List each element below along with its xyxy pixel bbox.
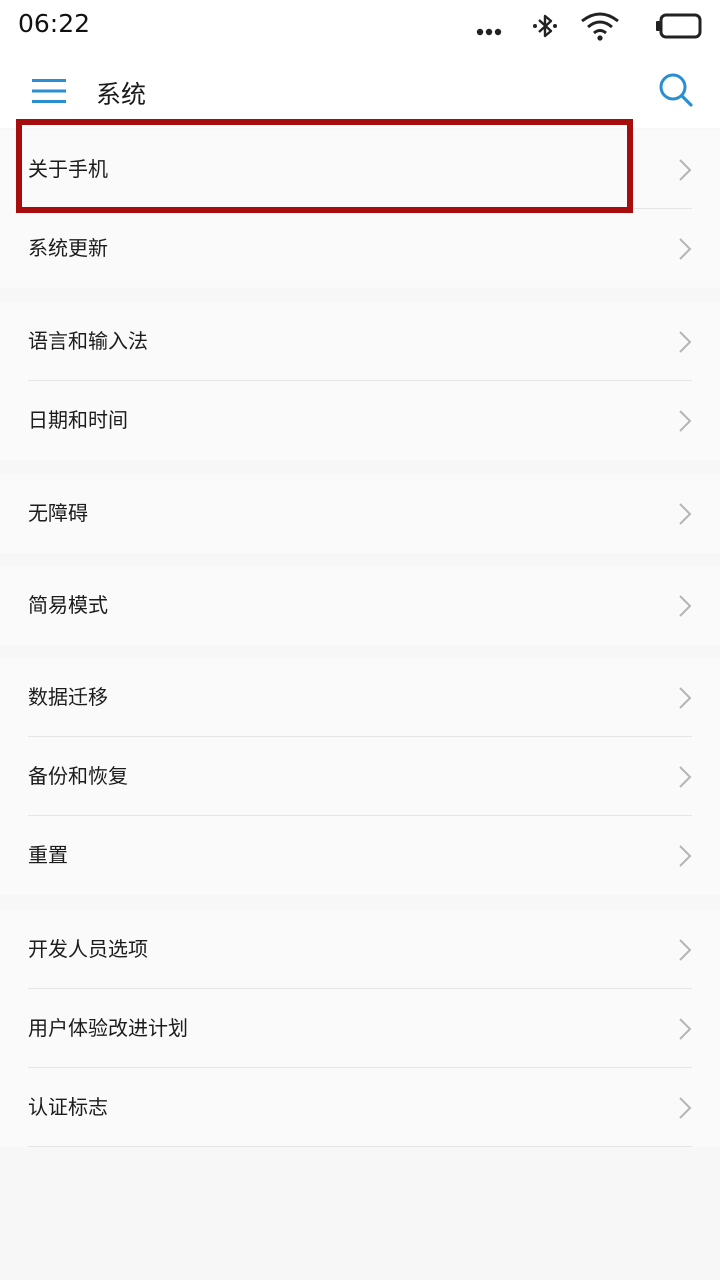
settings-row-label: 系统更新 [28, 236, 108, 260]
settings-group: 简易模式 [0, 566, 720, 645]
settings-row[interactable]: 开发人员选项 [0, 910, 720, 989]
settings-row-label: 日期和时间 [28, 408, 128, 432]
chevron-right-icon [679, 159, 692, 181]
chevron-right-icon [679, 687, 692, 709]
settings-row-label: 语言和输入法 [28, 329, 148, 353]
settings-row[interactable]: 备份和恢复 [0, 737, 720, 816]
settings-group: 语言和输入法 日期和时间 [0, 302, 720, 460]
bluetooth-icon [533, 14, 557, 38]
settings-row[interactable]: 语言和输入法 [0, 302, 720, 381]
hamburger-menu-icon[interactable] [32, 78, 66, 104]
status-time: 06:22 [18, 9, 91, 38]
app-bar: 系统 [0, 48, 720, 128]
chevron-right-icon [679, 331, 692, 353]
settings-row[interactable]: 无障碍 [0, 474, 720, 553]
settings-group: 数据迁移备份和恢复重置 [0, 658, 720, 895]
settings-group: 开发人员选项用户体验改进计划 认证标志 [0, 910, 720, 1147]
chevron-right-icon [679, 410, 692, 432]
page-title: 系统 [96, 80, 147, 109]
row-divider [28, 1146, 692, 1147]
settings-row-label: 简易模式 [28, 593, 108, 617]
chevron-right-icon [679, 766, 692, 788]
settings-row[interactable]: 认证标志 [0, 1068, 720, 1147]
chevron-right-icon [679, 595, 692, 617]
settings-row-label: 重置 [28, 843, 68, 867]
more-dots-icon [476, 28, 502, 36]
status-bar: 06:22 [0, 0, 720, 48]
settings-row[interactable]: 日期和时间 [0, 381, 720, 460]
settings-row-label: 开发人员选项 [28, 937, 148, 961]
highlight-box [16, 119, 633, 213]
settings-row[interactable]: 重置 [0, 816, 720, 895]
settings-row[interactable]: 用户体验改进计划 [0, 989, 720, 1068]
settings-row-label: 用户体验改进计划 [28, 1016, 188, 1040]
settings-row-label: 备份和恢复 [28, 764, 128, 788]
battery-icon [656, 13, 702, 39]
search-icon[interactable] [658, 72, 694, 108]
wifi-icon [581, 12, 619, 41]
settings-row[interactable]: 系统更新 [0, 209, 720, 288]
settings-row-label: 认证标志 [28, 1095, 108, 1119]
chevron-right-icon [679, 503, 692, 525]
settings-row-label: 数据迁移 [28, 685, 108, 709]
chevron-right-icon [679, 1018, 692, 1040]
chevron-right-icon [679, 845, 692, 867]
settings-group: 无障碍 [0, 474, 720, 553]
chevron-right-icon [679, 1097, 692, 1119]
settings-row-label: 无障碍 [28, 501, 88, 525]
settings-row[interactable]: 简易模式 [0, 566, 720, 645]
chevron-right-icon [679, 939, 692, 961]
chevron-right-icon [679, 238, 692, 260]
settings-row[interactable]: 数据迁移 [0, 658, 720, 737]
